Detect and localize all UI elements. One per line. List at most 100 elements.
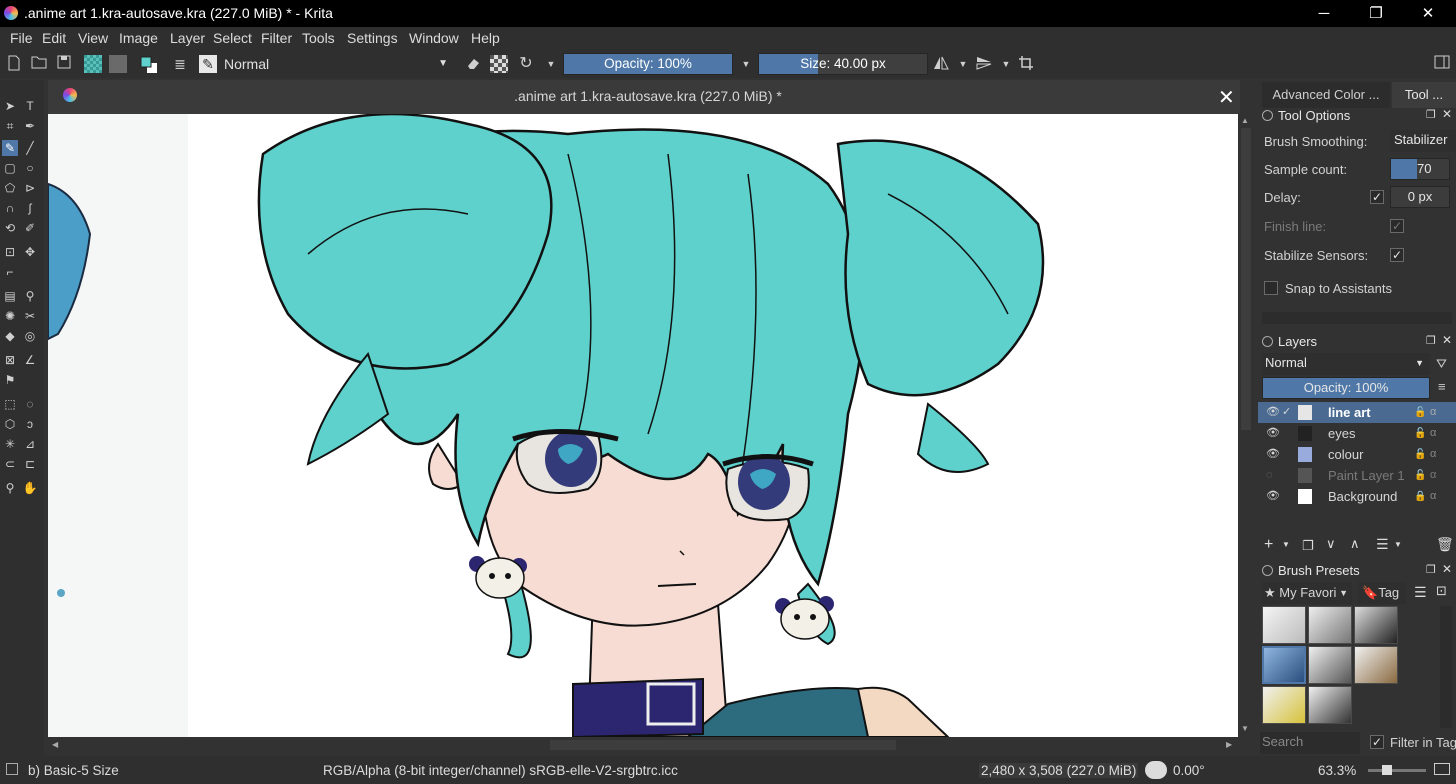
dock-layout-icon[interactable] <box>1433 55 1451 73</box>
layer-menu-icon[interactable]: ≡ <box>1438 379 1446 394</box>
layer-row[interactable]: 👁 colour 🔓 α <box>1258 444 1456 465</box>
layer-properties-button[interactable]: ☰ <box>1376 536 1389 553</box>
stabilize-sensors-checkbox[interactable]: ✓ <box>1390 248 1404 262</box>
line-tool-icon[interactable]: ╱ <box>22 140 38 156</box>
polyline-tool-icon[interactable]: ⊳ <box>22 180 38 196</box>
rectangle-tool-icon[interactable]: ▢ <box>2 160 18 176</box>
list-view-icon[interactable]: ☰ <box>1414 584 1427 601</box>
alpha-lock-icon[interactable]: α <box>1430 444 1436 465</box>
scroll-right-icon[interactable]: ▶ <box>1226 740 1232 749</box>
menu-help[interactable]: Help <box>471 30 500 46</box>
fg-bg-color-icon[interactable] <box>139 55 157 73</box>
hidden-eye-icon[interactable]: ◌ <box>1266 465 1273 486</box>
menu-window[interactable]: Window <box>409 30 459 46</box>
filter-in-tag-checkbox[interactable]: ✓ <box>1370 735 1384 749</box>
lock-icon[interactable]: 🔒 <box>1414 486 1426 507</box>
chevron-down-icon[interactable]: ▼ <box>737 55 755 73</box>
blend-mode-combo[interactable]: Normal ▼ <box>220 53 456 75</box>
preserve-alpha-icon[interactable] <box>490 55 508 73</box>
enclose-fill-icon[interactable]: ◎ <box>22 328 38 344</box>
tag-button[interactable]: 🔖Tag <box>1358 582 1406 604</box>
dynamic-brush-icon[interactable]: ⟲ <box>2 220 18 236</box>
delay-checkbox[interactable]: ✓ <box>1370 190 1384 204</box>
float-dock-icon[interactable]: ❐ <box>1426 563 1436 576</box>
layer-row[interactable]: 👁 ✓ line art 🔓 α <box>1258 402 1456 423</box>
chevron-down-icon[interactable]: ▼ <box>954 55 972 73</box>
polygon-select-icon[interactable]: ⬡ <box>2 416 18 432</box>
visible-eye-icon[interactable]: 👁 <box>1266 423 1280 444</box>
preset-marker[interactable] <box>1262 686 1306 724</box>
eraser-mode-icon[interactable] <box>464 55 482 73</box>
contiguous-select-icon[interactable]: ✳ <box>2 436 18 452</box>
color-picker-icon[interactable]: ⚲ <box>22 288 38 304</box>
visible-eye-icon[interactable]: 👁 <box>1266 486 1280 507</box>
zoom-slider[interactable] <box>1368 765 1426 775</box>
preset-eraser[interactable] <box>1262 606 1306 644</box>
preset-pencil[interactable] <box>1354 646 1398 684</box>
float-dock-icon[interactable]: ❐ <box>1426 108 1436 121</box>
move-layer-down-button[interactable]: ∨ <box>1326 536 1336 552</box>
brush-smoothing-combo[interactable]: Stabilizer <box>1390 130 1456 152</box>
layer-row[interactable]: 👁 eyes 🔓 α <box>1258 423 1456 444</box>
gradient-tool-icon[interactable]: ▤ <box>2 288 18 304</box>
open-document-icon[interactable] <box>30 55 48 73</box>
measure-tool-icon[interactable]: ∠ <box>22 352 38 368</box>
preset-brush-pen[interactable] <box>1308 686 1352 724</box>
canvas-horizontal-scrollbar[interactable]: ◀ ▶ <box>48 737 1238 753</box>
brush-preset-icon[interactable]: ✎ <box>199 55 217 73</box>
menu-view[interactable]: View <box>78 30 108 46</box>
calligraphy-icon[interactable]: ✒ <box>22 118 38 134</box>
layer-blend-mode-combo[interactable]: Normal ▼ <box>1262 353 1430 375</box>
fit-view-icon[interactable] <box>1434 763 1450 775</box>
finish-line-checkbox[interactable]: ✓ <box>1390 219 1404 233</box>
gradient-pattern-icon[interactable] <box>84 55 102 73</box>
transform-tool-icon[interactable]: ⊡ <box>2 244 18 260</box>
delete-layer-button[interactable]: 🗑 <box>1436 536 1454 553</box>
tool-options-scrollbar[interactable] <box>1262 312 1452 324</box>
reload-preset-icon[interactable]: ↻ <box>517 55 535 73</box>
bezier-select-icon[interactable]: ⊂ <box>2 456 18 472</box>
lock-icon[interactable]: 🔓 <box>1414 423 1426 444</box>
menu-tools[interactable]: Tools <box>302 30 335 46</box>
drawing-canvas[interactable] <box>48 114 1238 737</box>
mirror-vertical-icon[interactable] <box>975 55 993 73</box>
preset-ink-pen[interactable] <box>1308 646 1352 684</box>
fill-tool-icon[interactable]: ◆ <box>2 328 18 344</box>
visible-eye-icon[interactable]: 👁 <box>1266 402 1280 423</box>
chevron-down-icon[interactable]: ▼ <box>1394 540 1402 549</box>
close-dock-icon[interactable]: ✕ <box>1442 107 1452 121</box>
alpha-lock-icon[interactable]: α <box>1430 465 1436 486</box>
delay-field[interactable]: 0 px <box>1390 186 1450 208</box>
select-shapes-icon[interactable]: ➤ <box>2 98 18 114</box>
bezier-tool-icon[interactable]: ∩ <box>2 200 18 216</box>
preset-airbrush[interactable] <box>1354 606 1398 644</box>
filter-icon[interactable]: ⛛ <box>1436 356 1447 372</box>
menu-select[interactable]: Select <box>213 30 252 46</box>
brush-settings-icon[interactable]: ≣ <box>171 55 189 73</box>
close-window-button[interactable]: ✕ <box>1402 0 1454 27</box>
tag-combo[interactable]: ★ My Favori ▼ <box>1262 582 1352 604</box>
rect-select-icon[interactable]: ⬚ <box>2 396 18 412</box>
image-size-info[interactable]: 2,480 x 3,508 (227.0 MiB) <box>979 763 1139 778</box>
freehand-select-icon[interactable]: ↄ <box>22 416 38 432</box>
zoom-slider-handle[interactable] <box>1382 765 1392 775</box>
wrap-around-icon[interactable] <box>1017 55 1035 73</box>
save-icon[interactable] <box>55 55 73 73</box>
chevron-down-icon[interactable]: ▼ <box>542 55 560 73</box>
move-layer-up-button[interactable]: ∧ <box>1350 536 1360 552</box>
lock-icon[interactable]: 🔓 <box>1414 444 1426 465</box>
tab-advanced-color[interactable]: Advanced Color ... <box>1262 82 1390 108</box>
mirror-horizontal-icon[interactable] <box>932 55 950 73</box>
zoom-value[interactable]: 63.3% <box>1318 763 1356 778</box>
preset-blender[interactable] <box>1308 606 1352 644</box>
scroll-down-icon[interactable]: ▼ <box>1241 724 1249 733</box>
tab-tool-options[interactable]: Tool ... <box>1392 82 1456 108</box>
hscroll-handle[interactable] <box>550 740 896 750</box>
freehand-brush-icon[interactable]: ✎ <box>2 140 18 156</box>
lock-icon[interactable]: 🔓 <box>1414 402 1426 423</box>
preset-basic-5-size[interactable] <box>1262 646 1306 684</box>
duplicate-layer-button[interactable]: ❐ <box>1302 538 1314 554</box>
crop-tool-icon[interactable]: ⌐ <box>2 264 18 280</box>
add-layer-button[interactable]: + <box>1264 536 1273 554</box>
rotation-value[interactable]: 0.00° <box>1173 763 1205 778</box>
